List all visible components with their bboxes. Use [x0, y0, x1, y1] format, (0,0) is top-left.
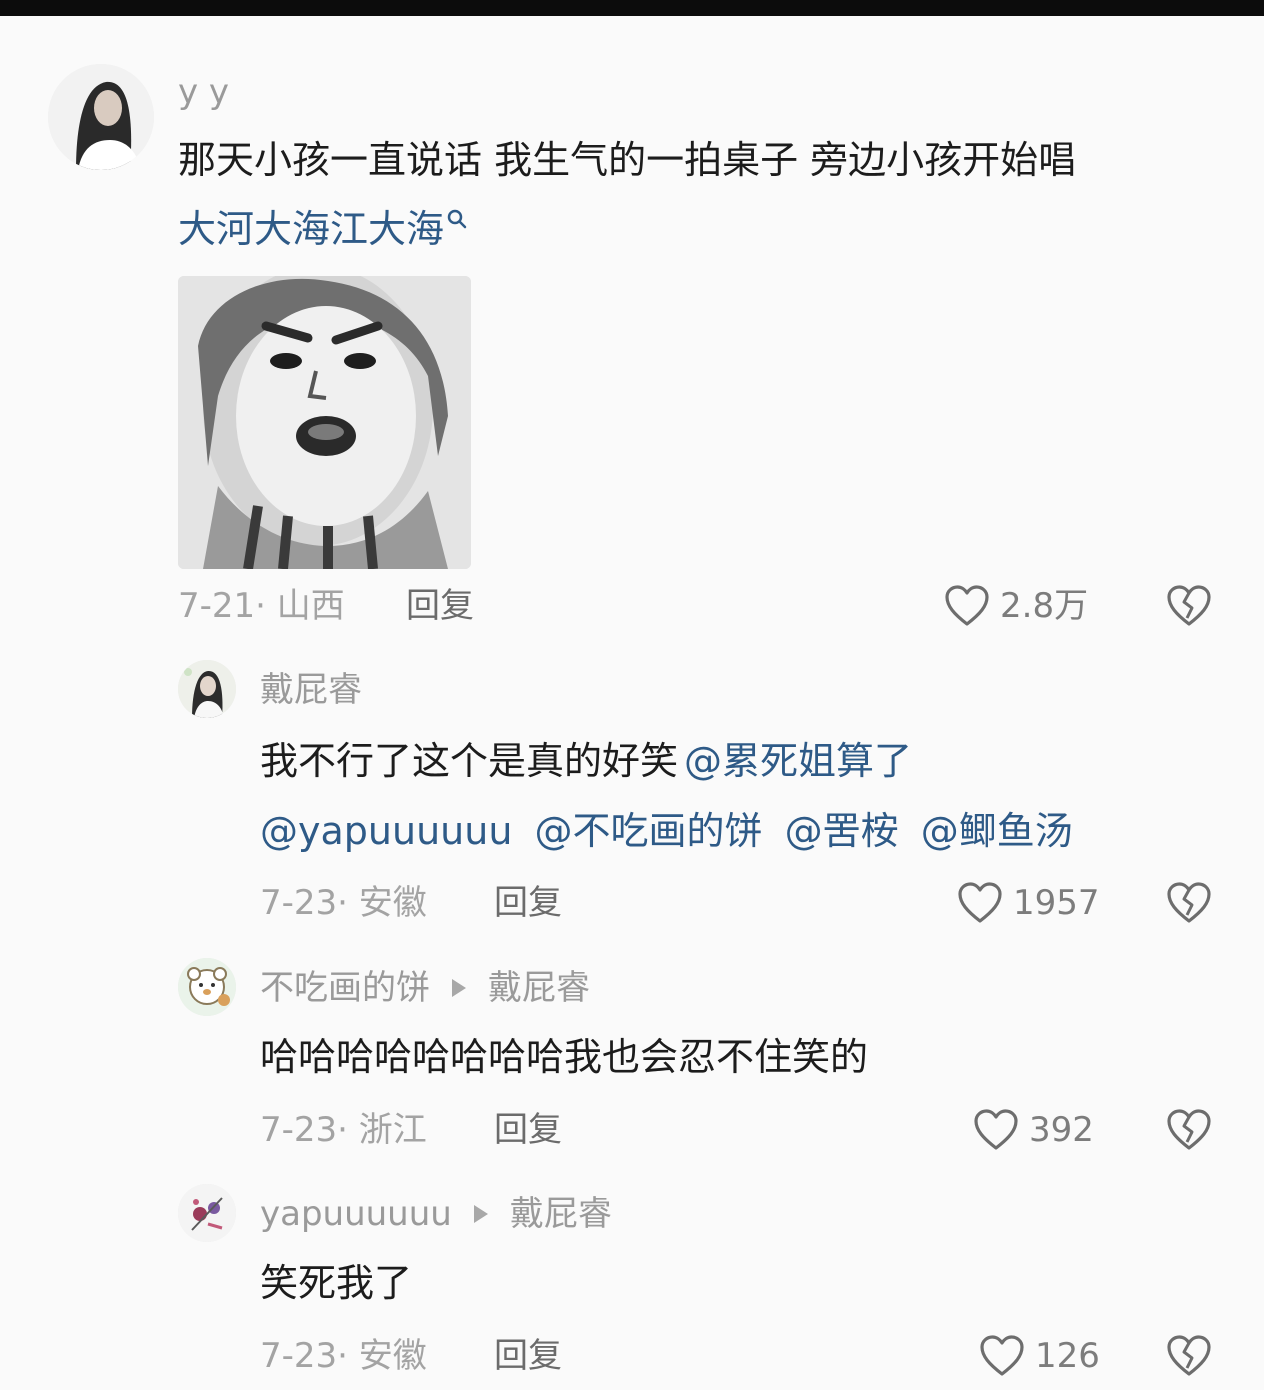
status-bar [0, 0, 1264, 16]
heart-outline-icon [973, 1108, 1019, 1152]
comment-date-location: 7-23· 安徽 [260, 883, 427, 923]
comment-text: 笑死我了 [260, 1261, 413, 1305]
comment-text: 那天小孩一直说话 我生气的一拍桌子 旁边小孩开始唱 [178, 138, 1077, 182]
reply-button[interactable]: 回复 [406, 586, 474, 626]
heart-outline-icon [944, 584, 990, 628]
search-link[interactable]: 大河大海江大海 [178, 206, 468, 252]
comment-text: 我不行了这个是真的好笑 [260, 739, 679, 783]
like-count: 1957 [1013, 883, 1100, 923]
broken-heart-icon [1166, 881, 1212, 925]
comment-username[interactable]: 戴屁睿 [260, 670, 362, 710]
comment-username[interactable]: y y [178, 72, 229, 112]
comment-date-location: 7-23· 浙江 [260, 1110, 427, 1150]
dislike-button[interactable] [1166, 584, 1212, 628]
heart-outline-icon [979, 1334, 1025, 1378]
reply-button[interactable]: 回复 [494, 1336, 562, 1376]
dislike-button[interactable] [1166, 1334, 1212, 1378]
broken-heart-icon [1166, 584, 1212, 628]
triangle-right-icon [452, 979, 466, 997]
avatar[interactable] [178, 958, 236, 1016]
mention-link[interactable]: @不吃画的饼 [535, 809, 763, 853]
dislike-button[interactable] [1166, 881, 1212, 925]
avatar[interactable] [48, 64, 154, 170]
like-button[interactable]: 392 [973, 1108, 1094, 1152]
like-count: 126 [1035, 1336, 1100, 1376]
reply-button[interactable]: 回复 [494, 883, 562, 923]
mention-link[interactable]: @罟桉 [785, 809, 899, 853]
comment-date-location: 7-21· 山西 [178, 586, 345, 626]
broken-heart-icon [1166, 1334, 1212, 1378]
like-count: 2.8万 [1000, 586, 1089, 626]
dislike-button[interactable] [1166, 1108, 1212, 1152]
comment-username[interactable]: yapuuuuuu [260, 1194, 452, 1234]
like-button[interactable]: 1957 [957, 881, 1100, 925]
comment-text: 哈哈哈哈哈哈哈哈我也会忍不住笑的 [260, 1035, 869, 1079]
comment-text-line: 我不行了这个是真的好笑 @累死姐算了 [260, 738, 912, 784]
comment-header: yapuuuuuu 戴屁睿 [260, 1194, 612, 1234]
heart-outline-icon [957, 881, 1003, 925]
avatar[interactable] [178, 660, 236, 718]
search-icon [446, 208, 468, 230]
avatar[interactable] [178, 1184, 236, 1242]
mention-link[interactable]: @鲫鱼汤 [921, 809, 1073, 853]
avatar-image [178, 660, 236, 718]
comment-date-location: 7-23· 安徽 [260, 1336, 427, 1376]
mention-link[interactable]: @yapuuuuuu [260, 809, 512, 853]
avatar-image [48, 64, 154, 170]
reply-to-username[interactable]: 戴屁睿 [488, 968, 590, 1008]
broken-heart-icon [1166, 1108, 1212, 1152]
avatar-image [178, 958, 236, 1016]
like-count: 392 [1029, 1110, 1094, 1150]
meme-sticker-image[interactable] [178, 276, 471, 569]
mention-link[interactable]: @累死姐算了 [684, 739, 912, 783]
search-link-label: 大河大海江大海 [178, 207, 445, 251]
avatar-image [178, 1184, 236, 1242]
comment-username[interactable]: 不吃画的饼 [260, 968, 430, 1008]
triangle-right-icon [473, 1205, 488, 1223]
like-button[interactable]: 2.8万 [944, 584, 1088, 628]
mention-line: @yapuuuuuu @不吃画的饼 @罟桉 @鲫鱼汤 [260, 808, 1073, 854]
comment-header: 不吃画的饼 戴屁睿 [260, 968, 590, 1008]
reply-to-username[interactable]: 戴屁睿 [510, 1194, 612, 1234]
reply-button[interactable]: 回复 [494, 1110, 562, 1150]
like-button[interactable]: 126 [979, 1334, 1100, 1378]
